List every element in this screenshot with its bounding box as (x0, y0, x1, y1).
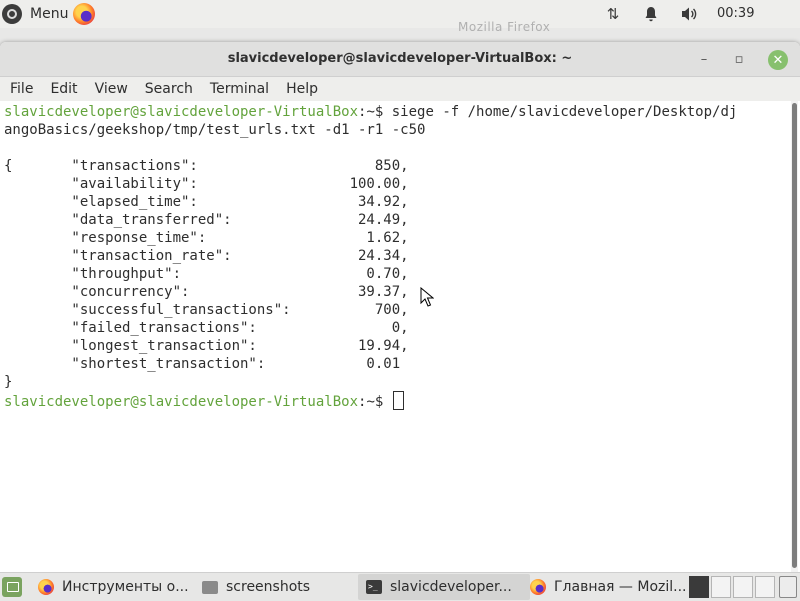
prompt-path: :~ (358, 394, 375, 410)
menu-edit[interactable]: Edit (43, 81, 84, 97)
workspace-4[interactable] (755, 576, 775, 598)
task-label: screenshots (226, 579, 311, 595)
text-cursor (392, 391, 404, 410)
mouse-pointer-icon (420, 287, 434, 307)
output-line: "elapsed_time": 34.92, (4, 194, 409, 210)
output-line: "throughput": 0.70, (4, 266, 409, 282)
final-prompt-line: slavicdeveloper@slavicdeveloper-VirtualB… (4, 391, 404, 411)
taskbar: Инструменты о... screenshots >_ slavicde… (0, 572, 800, 601)
maximize-button[interactable]: ▫ (731, 51, 747, 67)
output-line: "failed_transactions": 0, (4, 320, 409, 336)
notifications-bell-icon[interactable] (640, 0, 662, 28)
terminal-icon: >_ (366, 580, 382, 594)
command-line-2: angoBasics/geekshop/tmp/test_urls.txt -d… (4, 122, 426, 138)
output-line: "data_transferred": 24.49, (4, 212, 409, 228)
taskbar-item-firefox-tools[interactable]: Инструменты о... (30, 574, 198, 600)
top-panel: Menu Mozilla Firefox ⇅ 00:39 (0, 0, 800, 34)
prompt-path: :~ (358, 104, 375, 120)
menu-search[interactable]: Search (138, 81, 200, 97)
output-line: "shortest_transaction": 0.01 (4, 356, 401, 372)
command-line-1: slavicdeveloper@slavicdeveloper-VirtualB… (4, 103, 737, 121)
terminal-window: slavicdeveloper@slavicdeveloper-VirtualB… (0, 42, 800, 572)
firefox-launcher-icon[interactable] (73, 3, 95, 25)
task-label: slavicdeveloper... (390, 579, 512, 595)
menu-terminal[interactable]: Terminal (203, 81, 276, 97)
network-updown-icon[interactable]: ⇅ (601, 0, 625, 28)
mint-logo-icon (2, 4, 22, 24)
menubar: File Edit View Search Terminal Help (0, 77, 800, 101)
menu-button[interactable]: Menu (2, 2, 68, 26)
firefox-icon (38, 579, 54, 595)
terminal-content[interactable]: slavicdeveloper@slavicdeveloper-VirtualB… (0, 101, 790, 572)
terminal-scrollbar[interactable] (791, 101, 798, 572)
firefox-icon (530, 579, 546, 595)
scrollbar-thumb[interactable] (792, 103, 797, 568)
close-button[interactable]: ✕ (768, 50, 788, 70)
task-label: Инструменты о... (62, 579, 189, 595)
show-desktop-icon[interactable] (2, 577, 22, 597)
output-line: "response_time": 1.62, (4, 230, 409, 246)
window-title: slavicdeveloper@slavicdeveloper-VirtualB… (227, 51, 573, 66)
workspace-1[interactable] (689, 576, 709, 598)
clock[interactable]: 00:39 (717, 6, 754, 21)
taskbar-item-screenshots[interactable]: screenshots (194, 574, 362, 600)
command-text: siege -f /home/slavicdeveloper/Desktop/d… (383, 104, 738, 120)
menu-help[interactable]: Help (279, 81, 325, 97)
output-line: "concurrency": 39.37, (4, 284, 409, 300)
background-window-title: Mozilla Firefox (458, 20, 551, 34)
output-line: "availability": 100.00, (4, 176, 409, 192)
workspace-2[interactable] (711, 576, 731, 598)
workspace-3[interactable] (733, 576, 753, 598)
prompt-user: slavicdeveloper@slavicdeveloper-VirtualB… (4, 104, 359, 120)
menu-file[interactable]: File (3, 81, 40, 97)
trash-icon[interactable] (779, 576, 797, 598)
menu-view[interactable]: View (88, 81, 135, 97)
taskbar-item-firefox-main[interactable]: Главная — Mozil... (522, 574, 690, 600)
output-line: { "transactions": 850, (4, 158, 409, 174)
output-line: "successful_transactions": 700, (4, 302, 409, 318)
prompt-user: slavicdeveloper@slavicdeveloper-VirtualB… (4, 394, 359, 410)
output-line: } (4, 374, 13, 390)
taskbar-item-terminal[interactable]: >_ slavicdeveloper... (358, 574, 530, 600)
task-label: Главная — Mozil... (554, 579, 687, 595)
folder-icon (202, 580, 218, 594)
output-line: "longest_transaction": 19.94, (4, 338, 409, 354)
output-line: "transaction_rate": 24.34, (4, 248, 409, 264)
menu-label: Menu (30, 6, 69, 22)
window-titlebar[interactable]: slavicdeveloper@slavicdeveloper-VirtualB… (0, 42, 800, 77)
volume-icon[interactable] (677, 0, 701, 28)
minimize-button[interactable]: – (696, 51, 712, 67)
